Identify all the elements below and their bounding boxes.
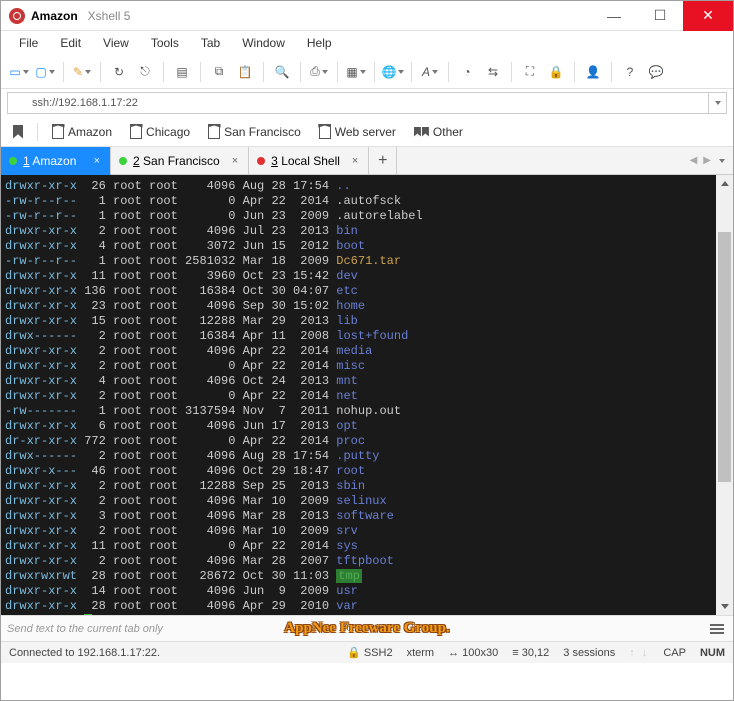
paste-icon[interactable]: 📋 bbox=[233, 60, 257, 84]
status-size: ↔ 100x30 bbox=[448, 647, 498, 659]
status-num: NUM bbox=[700, 647, 725, 659]
app-icon bbox=[9, 8, 25, 24]
status-cursor-pos: ≡ 30,12 bbox=[512, 647, 549, 659]
bookmark-chicago[interactable]: Chicago bbox=[124, 122, 196, 142]
toolbar-separator bbox=[337, 62, 338, 82]
bookmark-add[interactable] bbox=[7, 122, 29, 142]
bookmark-bar: Amazon Chicago San Francisco Web server Othe… bbox=[1, 117, 733, 147]
toolbar-separator bbox=[263, 62, 264, 82]
fullscreen-icon[interactable]: ⛶ bbox=[518, 60, 542, 84]
bookmark-amazon[interactable]: Amazon bbox=[46, 122, 118, 142]
tab-close-icon[interactable]: × bbox=[88, 155, 100, 167]
menu-view[interactable]: View bbox=[93, 33, 139, 53]
scroll-track[interactable] bbox=[716, 192, 733, 598]
tab-local-shell[interactable]: 3 Local Shell× bbox=[249, 147, 369, 174]
properties-icon[interactable]: ▤ bbox=[170, 60, 194, 84]
new-session-icon[interactable]: ▭ bbox=[7, 60, 31, 84]
status-arrows: ↑ ↓ bbox=[629, 647, 649, 659]
bookmark-other[interactable]: Other bbox=[408, 122, 469, 142]
minimize-button[interactable]: — bbox=[591, 1, 637, 31]
status-connection: Connected to 192.168.1.17:22. bbox=[9, 647, 160, 659]
status-protocol: 🔒 SSH2 bbox=[347, 646, 393, 659]
toolbar-separator bbox=[511, 62, 512, 82]
user-icon[interactable]: 👤 bbox=[581, 60, 605, 84]
toolbar-separator bbox=[611, 62, 612, 82]
bookmark-icon bbox=[130, 125, 142, 139]
toolbar-separator bbox=[448, 62, 449, 82]
bookmark-web-server[interactable]: Web server bbox=[313, 122, 402, 142]
terminal-output[interactable]: drwxr-xr-x 26 root root 4096 Aug 28 17:5… bbox=[1, 175, 716, 615]
tab-bar: 1 Amazon×2 San Francisco×3 Local Shell×+… bbox=[1, 147, 733, 175]
tab-close-icon[interactable]: × bbox=[226, 155, 238, 167]
tab-status-dot bbox=[119, 157, 127, 165]
status-bar: Connected to 192.168.1.17:22. 🔒 SSH2 xte… bbox=[1, 641, 733, 663]
key-icon[interactable]: ✎ bbox=[70, 60, 94, 84]
status-termtype: xterm bbox=[407, 647, 435, 659]
status-sessions: 3 sessions bbox=[563, 647, 615, 659]
toolbar-separator bbox=[300, 62, 301, 82]
print-icon[interactable]: ⎙ bbox=[307, 60, 331, 84]
bookmark-icon bbox=[319, 125, 331, 139]
window-title: Amazon bbox=[31, 9, 78, 23]
maximize-button[interactable]: ☐ bbox=[637, 1, 683, 31]
reconnect-icon[interactable]: ↻ bbox=[107, 60, 131, 84]
address-input[interactable] bbox=[7, 92, 709, 114]
toolbar-separator bbox=[63, 62, 64, 82]
disconnect-icon[interactable]: ⎋ bbox=[133, 60, 157, 84]
folder-icon bbox=[414, 127, 429, 137]
new-tab-button[interactable]: + bbox=[369, 147, 397, 174]
watermark-text: AppNee Freeware Group. bbox=[284, 620, 449, 637]
tab-amazon[interactable]: 1 Amazon× bbox=[1, 147, 111, 175]
find-icon[interactable]: 🔍 bbox=[270, 60, 294, 84]
chat-icon[interactable]: 💬 bbox=[644, 60, 668, 84]
bookmark-icon bbox=[52, 125, 64, 139]
menu-window[interactable]: Window bbox=[232, 33, 295, 53]
scroll-down-button[interactable] bbox=[716, 598, 733, 615]
scroll-up-button[interactable] bbox=[716, 175, 733, 192]
layout-icon[interactable]: ▦ bbox=[344, 60, 368, 84]
tab-san-francisco[interactable]: 2 San Francisco× bbox=[111, 147, 249, 174]
open-icon[interactable]: ▢ bbox=[33, 60, 57, 84]
menu-file[interactable]: File bbox=[9, 33, 48, 53]
toolbar: ▭▢ ✎ ↻⎋ ▤ ⧉📋 🔍 ⎙ ▦ 🌐 A ◔⇆ ⛶🔒 👤?💬 bbox=[1, 55, 733, 89]
menu-bar: FileEditViewToolsTabWindowHelp bbox=[1, 31, 733, 55]
terminal-area: drwxr-xr-x 26 root root 4096 Aug 28 17:5… bbox=[1, 175, 733, 615]
toolbar-separator bbox=[374, 62, 375, 82]
address-bar: 🔒 bbox=[1, 89, 733, 117]
tab-status-dot bbox=[9, 157, 17, 165]
copy-icon[interactable]: ⧉ bbox=[207, 60, 231, 84]
send-input[interactable]: Send text to the current tab only bbox=[7, 623, 247, 635]
title-bar: Amazon Xshell 5 — ☐ ✕ bbox=[1, 1, 733, 31]
toolbar-separator bbox=[163, 62, 164, 82]
toolbar-separator bbox=[574, 62, 575, 82]
toolbar-separator bbox=[411, 62, 412, 82]
globe-icon[interactable]: 🌐 bbox=[381, 60, 405, 84]
scrollbar[interactable] bbox=[716, 175, 733, 615]
tab-nav[interactable]: ◀▶ bbox=[682, 147, 733, 174]
help-icon[interactable]: ? bbox=[618, 60, 642, 84]
address-dropdown[interactable] bbox=[709, 92, 727, 114]
close-button[interactable]: ✕ bbox=[683, 1, 733, 31]
bookmark-san-francisco[interactable]: San Francisco bbox=[202, 122, 307, 142]
send-bar: Send text to the current tab only AppNee… bbox=[1, 615, 733, 641]
send-menu-button[interactable] bbox=[707, 620, 727, 638]
toolbar-separator bbox=[200, 62, 201, 82]
tab-status-dot bbox=[257, 157, 265, 165]
scroll-thumb[interactable] bbox=[718, 232, 731, 482]
tunnel-icon[interactable]: ⇆ bbox=[481, 60, 505, 84]
toolbar-separator bbox=[100, 62, 101, 82]
menu-tab[interactable]: Tab bbox=[191, 33, 230, 53]
font-icon[interactable]: A bbox=[418, 60, 442, 84]
color-icon[interactable]: ◔ bbox=[455, 60, 479, 84]
bookmark-icon bbox=[208, 125, 220, 139]
tab-close-icon[interactable]: × bbox=[346, 155, 358, 167]
menu-help[interactable]: Help bbox=[297, 33, 342, 53]
bookmark-ribbon-icon bbox=[13, 125, 23, 139]
window-subtitle: Xshell 5 bbox=[88, 9, 131, 23]
lock-icon[interactable]: 🔒 bbox=[544, 60, 568, 84]
menu-tools[interactable]: Tools bbox=[141, 33, 189, 53]
menu-edit[interactable]: Edit bbox=[50, 33, 91, 53]
status-cap: CAP bbox=[663, 647, 686, 659]
